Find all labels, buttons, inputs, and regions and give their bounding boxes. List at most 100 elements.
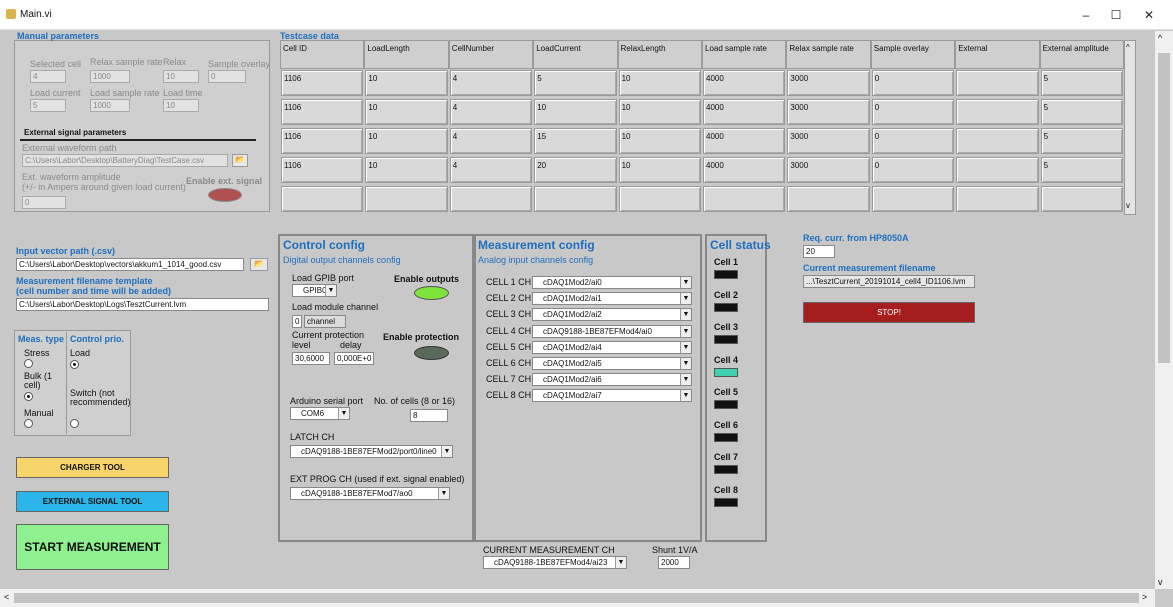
table-cell[interactable] <box>281 186 364 212</box>
maximize-button[interactable]: ☐ <box>1102 5 1130 25</box>
scroll-up-icon[interactable]: ^ <box>1126 43 1130 52</box>
browse-folder-icon[interactable]: 📂 <box>232 154 248 167</box>
table-cell[interactable]: 5 <box>1040 99 1123 125</box>
scroll-down-icon[interactable]: v <box>1158 577 1163 587</box>
table-header-cell[interactable]: CellNumber <box>448 40 534 69</box>
table-cell[interactable] <box>449 186 533 212</box>
table-cell[interactable]: 0 <box>871 70 955 96</box>
table-cell[interactable] <box>956 186 1039 212</box>
table-cell[interactable]: 4 <box>449 99 533 125</box>
table-cell[interactable]: 10 <box>618 99 701 125</box>
relax-input[interactable]: 10 <box>163 70 199 83</box>
cell-channel-select[interactable]: cDAQ1Mod2/ai1 ▼ <box>532 292 692 306</box>
latch-select[interactable]: cDAQ9188-1BE87EFMod2/port0/line0 ▼ <box>290 445 453 458</box>
table-cell[interactable]: 1106 <box>281 157 364 183</box>
table-cell[interactable]: 3000 <box>787 128 870 154</box>
table-cell[interactable]: 10 <box>365 157 448 183</box>
testcase-scrollbar[interactable]: ^ v <box>1124 40 1136 215</box>
input-browse-icon[interactable]: 📂 <box>250 258 268 271</box>
cell-channel-select[interactable]: cDAQ1Mod2/ai4 ▼ <box>532 340 692 354</box>
table-header-cell[interactable]: LoadLength <box>364 40 449 69</box>
enable-ext-toggle[interactable] <box>208 188 242 202</box>
table-cell[interactable]: 4 <box>449 128 533 154</box>
manual-radio[interactable] <box>24 419 33 428</box>
scroll-down-icon[interactable]: v <box>1126 201 1130 210</box>
load-radio[interactable] <box>70 360 79 369</box>
stress-radio[interactable] <box>24 359 33 368</box>
table-cell[interactable]: 1106 <box>281 70 364 96</box>
table-cell[interactable]: 20 <box>534 157 617 183</box>
table-header-cell[interactable]: Sample overlay <box>870 40 956 69</box>
table-cell[interactable]: 0 <box>871 99 955 125</box>
table-cell[interactable]: 5 <box>1040 128 1123 154</box>
table-header-cell[interactable]: Relax sample rate <box>786 40 871 69</box>
amp-input[interactable]: 0 <box>22 196 66 209</box>
scroll-thumb[interactable] <box>1158 53 1170 363</box>
gpib-select[interactable]: GPIB0::1:: ▼ <box>292 284 337 297</box>
table-cell[interactable] <box>1040 186 1123 212</box>
table-cell[interactable]: 4000 <box>703 99 786 125</box>
table-cell[interactable]: 5 <box>1040 157 1123 183</box>
charger-tool-button[interactable]: CHARGER TOOL <box>16 457 169 478</box>
enable-outputs-toggle[interactable] <box>414 286 449 300</box>
table-cell[interactable]: 10 <box>365 99 448 125</box>
shunt-input[interactable]: 2000 <box>658 556 690 569</box>
table-cell[interactable]: 4 <box>449 157 533 183</box>
table-cell[interactable]: 1106 <box>281 128 364 154</box>
start-measurement-button[interactable]: START MEASUREMENT <box>16 524 169 570</box>
input-path-input[interactable]: C:\Users\Labor\Desktop\vectors\akkum1_10… <box>16 258 244 271</box>
relax-rate-input[interactable]: 1000 <box>90 70 130 83</box>
table-cell[interactable] <box>956 70 1039 96</box>
table-header-cell[interactable]: Load sample rate <box>702 40 787 69</box>
scroll-right-icon[interactable]: > <box>1142 592 1147 602</box>
table-header-cell[interactable]: External amplitude <box>1039 40 1124 69</box>
table-cell[interactable]: 4000 <box>703 70 786 96</box>
module-num-input[interactable]: 0 <box>292 315 302 328</box>
table-cell[interactable] <box>956 157 1039 183</box>
module-channel-input[interactable]: channel <box>304 315 346 328</box>
table-cell[interactable] <box>703 186 786 212</box>
table-cell[interactable]: 0 <box>871 157 955 183</box>
table-cell[interactable]: 4000 <box>703 128 786 154</box>
scroll-left-icon[interactable]: < <box>4 592 9 602</box>
selected-cell-input[interactable]: 4 <box>30 70 66 83</box>
cell-channel-select[interactable]: cDAQ1Mod2/ai2 ▼ <box>532 308 692 322</box>
table-cell[interactable]: 0 <box>871 128 955 154</box>
table-cell[interactable]: 3000 <box>787 70 870 96</box>
table-cell[interactable] <box>871 186 955 212</box>
table-cell[interactable] <box>787 186 870 212</box>
waveform-path-input[interactable]: C:\Users\Labor\Desktop\BatteryDiag\TestC… <box>22 154 228 167</box>
current-meas-select[interactable]: cDAQ9188-1BE87EFMod4/ai23 ▼ <box>483 556 627 569</box>
table-cell[interactable]: 3000 <box>787 157 870 183</box>
table-cell[interactable]: 10 <box>618 128 701 154</box>
bulk-radio[interactable] <box>24 392 33 401</box>
sample-overlay-input[interactable]: 0 <box>208 70 246 83</box>
table-cell[interactable] <box>534 186 617 212</box>
load-current-input[interactable]: 5 <box>30 99 66 112</box>
table-cell[interactable]: 4 <box>449 70 533 96</box>
enable-protection-toggle[interactable] <box>414 346 449 360</box>
load-rate-input[interactable]: 1000 <box>90 99 130 112</box>
table-cell[interactable]: 10 <box>618 70 701 96</box>
table-cell[interactable]: 4000 <box>703 157 786 183</box>
stop-button[interactable]: STOP! <box>803 302 975 323</box>
table-cell[interactable]: 5 <box>1040 70 1123 96</box>
table-cell[interactable] <box>956 128 1039 154</box>
external-signal-tool-button[interactable]: EXTERNAL SIGNAL TOOL <box>16 491 169 512</box>
table-cell[interactable]: 10 <box>618 157 701 183</box>
template-input[interactable]: C:\Users\Labor\Desktop\Logs\TesztCurrent… <box>16 298 269 311</box>
load-time-input[interactable]: 10 <box>163 99 199 112</box>
table-cell[interactable]: 10 <box>365 128 448 154</box>
table-cell[interactable]: 3000 <box>787 99 870 125</box>
scroll-up-icon[interactable]: ^ <box>1158 33 1162 43</box>
table-cell[interactable]: 10 <box>534 99 617 125</box>
cell-channel-select[interactable]: cDAQ1Mod2/ai7 ▼ <box>532 389 692 403</box>
table-cell[interactable] <box>956 99 1039 125</box>
window-horizontal-scrollbar[interactable]: < > <box>0 589 1155 607</box>
close-button[interactable]: ✕ <box>1135 5 1163 25</box>
table-cell[interactable]: 5 <box>534 70 617 96</box>
table-cell[interactable] <box>618 186 701 212</box>
arduino-select[interactable]: COM6 ▼ <box>290 407 350 420</box>
extprog-select[interactable]: cDAQ9188-1BE87EFMod7/ao0 ▼ <box>290 487 450 500</box>
switch-radio[interactable] <box>70 419 79 428</box>
